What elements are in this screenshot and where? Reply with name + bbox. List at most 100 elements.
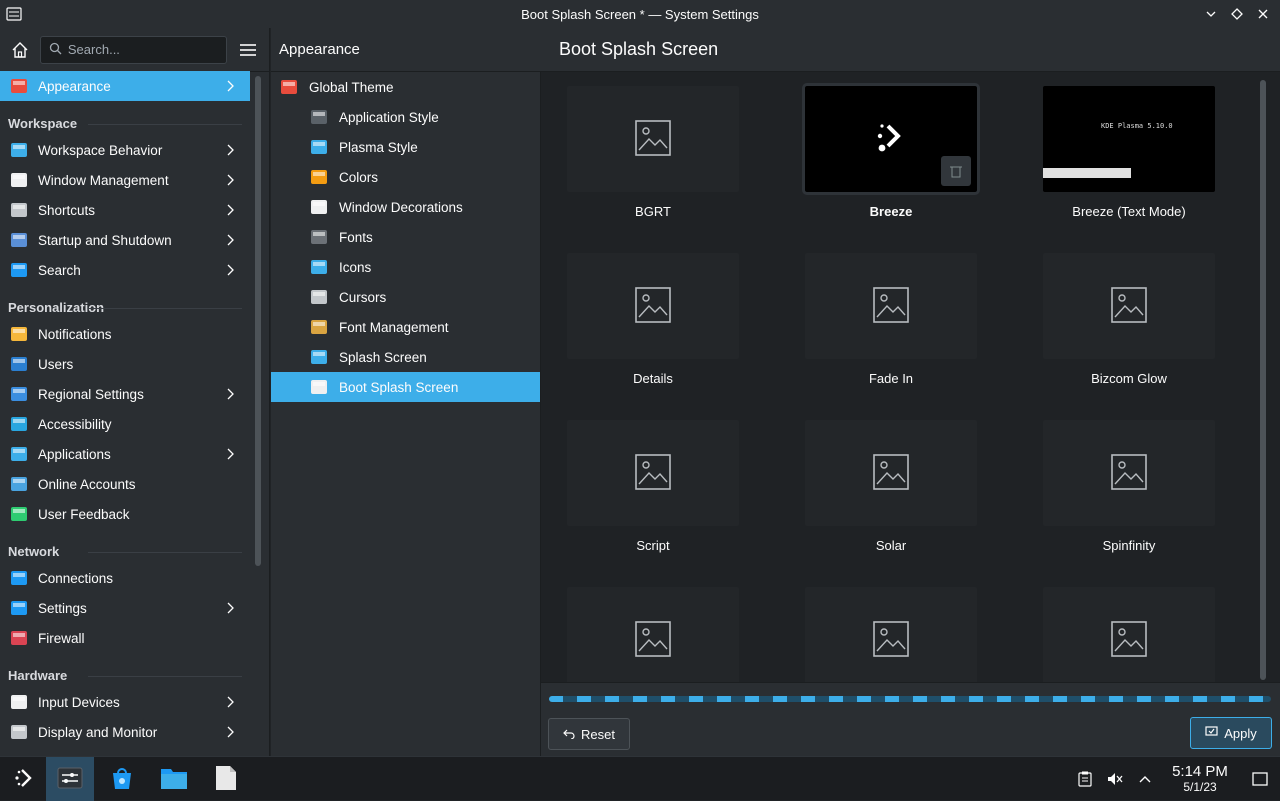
subcategory-icon [309, 197, 329, 217]
show-desktop-icon[interactable] [1240, 757, 1280, 801]
content-scrollbar[interactable] [1260, 80, 1266, 680]
chevron-right-icon [222, 694, 238, 710]
subcategory-icon [309, 257, 329, 277]
sidebar-item[interactable]: Appearance [0, 71, 250, 101]
reset-button[interactable]: Reset [548, 718, 630, 750]
image-placeholder-icon [1111, 620, 1147, 660]
theme-preview [1043, 587, 1215, 682]
search-icon [49, 42, 62, 58]
apply-label: Apply [1224, 725, 1257, 741]
category-icon [8, 139, 30, 161]
search-input[interactable]: Search... [39, 35, 228, 64]
sidebar-item-label: User Feedback [38, 506, 130, 522]
theme-preview [805, 587, 977, 682]
theme-label: Script [636, 538, 670, 553]
maximize-button[interactable] [1228, 4, 1246, 24]
sidebar-item[interactable]: Startup and Shutdown [0, 225, 250, 255]
taskbar-text-editor[interactable] [202, 757, 250, 801]
subcategory-label: Global Theme [309, 79, 394, 95]
taskbar-system-settings[interactable] [46, 757, 94, 801]
subcategory-label: Fonts [339, 229, 373, 245]
theme-tile[interactable]: KDE Plasma 5.10.0 Breeze (Text Mode) [1041, 84, 1217, 244]
clock[interactable]: 5:14 PM 5/1/23 [1160, 764, 1240, 794]
theme-tile[interactable]: Solar [803, 418, 979, 578]
sidebar-item[interactable]: Regional Settings [0, 379, 250, 409]
apply-icon [1205, 725, 1218, 741]
subcategory-item[interactable]: Icons [271, 252, 540, 282]
sidebar-item[interactable]: Input Devices [0, 687, 250, 717]
chevron-right-icon [222, 78, 238, 94]
sidebar-item[interactable]: User Feedback [0, 499, 250, 529]
image-placeholder-icon [635, 286, 671, 326]
subcategory-item[interactable]: Global Theme [271, 72, 540, 102]
volume-muted-icon[interactable] [1100, 757, 1130, 801]
subcategory-label: Icons [339, 259, 372, 275]
subcategory-item[interactable]: Plasma Style [271, 132, 540, 162]
theme-tile[interactable]: Breeze [802, 83, 980, 244]
sidebar-item[interactable]: Search [0, 255, 250, 285]
subcategory-label: Colors [339, 169, 379, 185]
sidebar-item[interactable]: Settings [0, 593, 250, 623]
sidebar-item-label: Regional Settings [38, 386, 144, 402]
theme-tile[interactable]: Fade In [803, 251, 979, 411]
theme-tile[interactable] [803, 585, 979, 682]
theme-tile[interactable]: BGRT [565, 84, 741, 244]
subcategory-icon [309, 317, 329, 337]
subcategory-item[interactable]: Application Style [271, 102, 540, 132]
image-placeholder-icon [635, 119, 671, 159]
theme-tile[interactable]: Script [565, 418, 741, 578]
theme-tile[interactable]: Spinfinity [1041, 418, 1217, 578]
home-button[interactable] [8, 38, 32, 62]
delete-theme-button[interactable] [941, 156, 971, 186]
category-icon [8, 323, 30, 345]
close-button[interactable] [1254, 4, 1272, 24]
sidebar-item[interactable]: Online Accounts [0, 469, 250, 499]
subcategory-item[interactable]: Colors [271, 162, 540, 192]
tray-expand-icon[interactable] [1130, 757, 1160, 801]
subcategory-icon [309, 227, 329, 247]
subcategory-icon [309, 347, 329, 367]
chevron-right-icon [222, 172, 238, 188]
taskbar-discover[interactable] [98, 757, 146, 801]
subcategory-list: Global Theme Application Style Plasma Styl… [271, 72, 541, 756]
sidebar-scrollbar[interactable] [255, 76, 261, 566]
subcategory-item[interactable]: Font Management [271, 312, 540, 342]
minimize-button[interactable] [1202, 4, 1220, 24]
theme-tile[interactable]: Bizcom Glow [1041, 251, 1217, 411]
apply-button[interactable]: Apply [1190, 717, 1272, 749]
subcategory-item[interactable]: Boot Splash Screen [271, 372, 540, 402]
theme-tile[interactable]: Details [565, 251, 741, 411]
hamburger-menu-button[interactable] [235, 38, 261, 62]
theme-grid-area: BGRT Breeze KDE Plasma 5.10.0 Breeze (Text … [541, 72, 1280, 682]
clipboard-icon[interactable] [1070, 757, 1100, 801]
subcategory-icon [309, 137, 329, 157]
sidebar-item[interactable]: Notifications [0, 319, 250, 349]
folder-icon [160, 766, 188, 793]
sidebar-item[interactable]: Users [0, 349, 250, 379]
sidebar-item[interactable]: Accessibility [0, 409, 250, 439]
sidebar-item-label: Input Devices [38, 694, 120, 710]
sidebar-item[interactable]: Window Management [0, 165, 250, 195]
app-launcher-button[interactable] [0, 757, 48, 801]
theme-tile[interactable] [1041, 585, 1217, 682]
subcategory-label: Splash Screen [339, 349, 427, 365]
subcategory-item[interactable]: Fonts [271, 222, 540, 252]
sidebar-item[interactable]: Shortcuts [0, 195, 250, 225]
subcategory-item[interactable]: Cursors [271, 282, 540, 312]
theme-preview [802, 83, 980, 195]
sidebar-item[interactable]: Connections [0, 563, 250, 593]
subcategory-item[interactable]: Splash Screen [271, 342, 540, 372]
sidebar-item[interactable]: Applications [0, 439, 250, 469]
subcategory-item[interactable]: Window Decorations [271, 192, 540, 222]
sidebar-item[interactable]: Workspace Behavior [0, 135, 250, 165]
system-settings-icon[interactable] [6, 6, 22, 22]
theme-preview [805, 420, 977, 526]
taskbar-dolphin[interactable] [150, 757, 198, 801]
category-icon [8, 259, 30, 281]
sidebar-item[interactable]: Firewall [0, 623, 250, 653]
sidebar-item[interactable]: Display and Monitor [0, 717, 250, 747]
theme-preview [1043, 420, 1215, 526]
theme-tile[interactable] [565, 585, 741, 682]
sidebar-item-label: Display and Monitor [38, 724, 158, 740]
sidebar-section-header: Hardware [0, 653, 250, 687]
